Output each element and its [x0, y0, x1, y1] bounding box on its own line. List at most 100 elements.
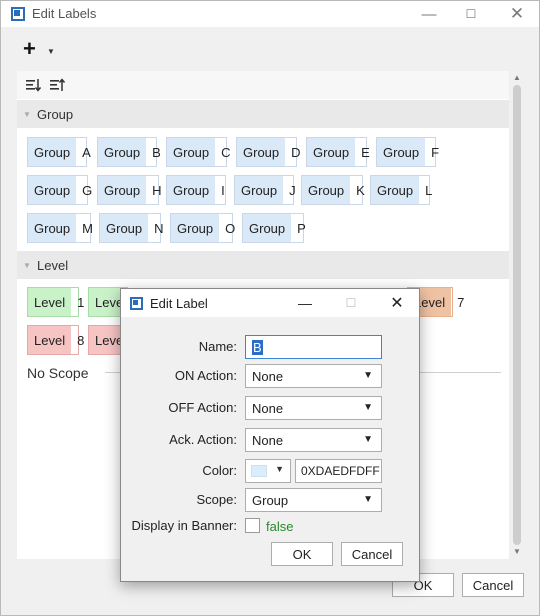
edit-label-dialog: Edit Label — ☐ ✕ Name: B ON Action: None…	[120, 288, 420, 582]
label-chip[interactable]: Group C	[166, 137, 231, 167]
chip-value: L	[425, 182, 433, 198]
chip-key: Group	[98, 138, 147, 166]
chip-value: H	[152, 182, 162, 198]
collapse-triangle-icon: ▼	[23, 110, 31, 119]
chevron-down-icon: ▼	[363, 434, 373, 445]
sort-ascending-icon[interactable]	[49, 77, 65, 93]
label-chip[interactable]: Group D	[236, 137, 301, 167]
chip-value: O	[225, 220, 236, 236]
scope-select[interactable]: Group ▼	[245, 488, 382, 512]
close-button[interactable]: ✕	[377, 289, 417, 317]
label-chip[interactable]: Group H	[97, 175, 162, 205]
name-field[interactable]: B	[245, 335, 382, 359]
color-hex-field[interactable]: 0XDAEDFDFF	[295, 459, 382, 483]
label-chip[interactable]: Group P	[242, 213, 306, 243]
scope-value: Group	[252, 492, 289, 508]
chip-key: Group	[243, 214, 292, 242]
label-chip[interactable]: Level 8	[27, 325, 84, 355]
chip-value: E	[361, 144, 370, 160]
close-button[interactable]: ✕	[501, 1, 533, 27]
label-chip[interactable]: Group O	[170, 213, 235, 243]
on-action-select[interactable]: None ▼	[245, 364, 382, 388]
no-scope-title: No Scope	[27, 365, 89, 381]
chevron-down-icon: ▼	[363, 494, 373, 505]
window-title: Edit Labels	[32, 6, 97, 21]
label-chip[interactable]: Group E	[306, 137, 370, 167]
dialog-ok-button[interactable]: OK	[271, 542, 333, 566]
group-section-header[interactable]: ▼ Group	[17, 100, 509, 128]
scroll-up-icon[interactable]: ▲	[513, 73, 521, 82]
label-chip[interactable]: Group B	[97, 137, 161, 167]
label-chip[interactable]: Level 1	[27, 287, 84, 317]
maximize-button[interactable]: ☐	[455, 1, 487, 27]
label-chip[interactable]: Group G	[27, 175, 92, 205]
off-action-label: OFF Action:	[168, 400, 237, 415]
display-in-banner-value: false	[266, 519, 294, 534]
chip-key: Group	[302, 176, 351, 204]
main-toolbar: + ▼	[1, 27, 539, 71]
chip-value: A	[82, 144, 91, 160]
chevron-down-icon: ▼	[275, 464, 284, 474]
label-chip[interactable]: Group M	[27, 213, 93, 243]
chip-key: Group	[28, 176, 77, 204]
collapse-triangle-icon: ▼	[23, 261, 31, 270]
app-icon	[11, 7, 25, 21]
chip-value: D	[291, 144, 301, 160]
level-section-title: Level	[37, 258, 69, 273]
chip-value: B	[152, 144, 161, 160]
chip-value: N	[154, 220, 164, 236]
name-value: B	[252, 339, 263, 355]
add-label-button[interactable]: +	[23, 38, 36, 60]
chip-key: Group	[167, 138, 216, 166]
off-action-select[interactable]: None ▼	[245, 396, 382, 420]
chip-key: Level	[28, 288, 72, 316]
vertical-scrollbar[interactable]: ▲ ▼	[509, 71, 525, 559]
chip-key: Group	[28, 138, 77, 166]
sort-descending-icon[interactable]	[25, 77, 41, 93]
cancel-button[interactable]: Cancel	[462, 573, 524, 597]
chip-key: Group	[307, 138, 356, 166]
chip-value: I	[221, 182, 225, 198]
level-section-header[interactable]: ▼ Level	[17, 251, 509, 279]
display-in-banner-checkbox[interactable]	[245, 518, 260, 533]
minimize-button[interactable]: —	[285, 289, 325, 317]
chip-value: C	[221, 144, 231, 160]
scroll-down-icon[interactable]: ▼	[513, 547, 521, 556]
chip-key: Group	[171, 214, 220, 242]
color-picker-button[interactable]: ▼	[245, 459, 291, 483]
app-icon	[130, 297, 143, 310]
ack-action-select[interactable]: None ▼	[245, 428, 382, 452]
label-chip[interactable]: Group A	[27, 137, 91, 167]
label-chip[interactable]: Group K	[301, 175, 365, 205]
panel-toolbar	[17, 71, 509, 99]
label-chip[interactable]: Group N	[99, 213, 164, 243]
chip-value: F	[431, 144, 440, 160]
chevron-down-icon: ▼	[363, 370, 373, 381]
label-chip[interactable]: Group L	[370, 175, 432, 205]
chip-value: K	[356, 182, 365, 198]
ack-action-label: Ack. Action:	[169, 432, 237, 447]
chip-value: G	[82, 182, 93, 198]
chip-value: 7	[457, 294, 465, 310]
chip-value: M	[82, 220, 93, 236]
label-chip[interactable]: Group J	[234, 175, 296, 205]
minimize-button[interactable]: —	[413, 1, 445, 27]
ack-action-value: None	[252, 432, 284, 448]
chip-value: J	[289, 182, 296, 198]
chevron-down-icon[interactable]: ▼	[47, 47, 55, 56]
dialog-cancel-button[interactable]: Cancel	[341, 542, 403, 566]
chip-key: Level	[28, 326, 72, 354]
chip-key: Group	[371, 176, 420, 204]
chip-key: Group	[377, 138, 426, 166]
off-action-value: None	[252, 400, 284, 416]
group-section-title: Group	[37, 107, 74, 122]
scrollbar-thumb[interactable]	[513, 85, 521, 545]
label-chip[interactable]: Group F	[376, 137, 439, 167]
chevron-down-icon: ▼	[363, 402, 373, 413]
chip-key: Group	[167, 176, 216, 204]
scope-label: Scope:	[196, 492, 237, 507]
color-label: Color:	[202, 463, 237, 478]
label-chip[interactable]: Group I	[166, 175, 226, 205]
dialog-titlebar: Edit Label — ☐ ✕	[121, 289, 419, 317]
on-action-label: ON Action:	[174, 368, 237, 383]
